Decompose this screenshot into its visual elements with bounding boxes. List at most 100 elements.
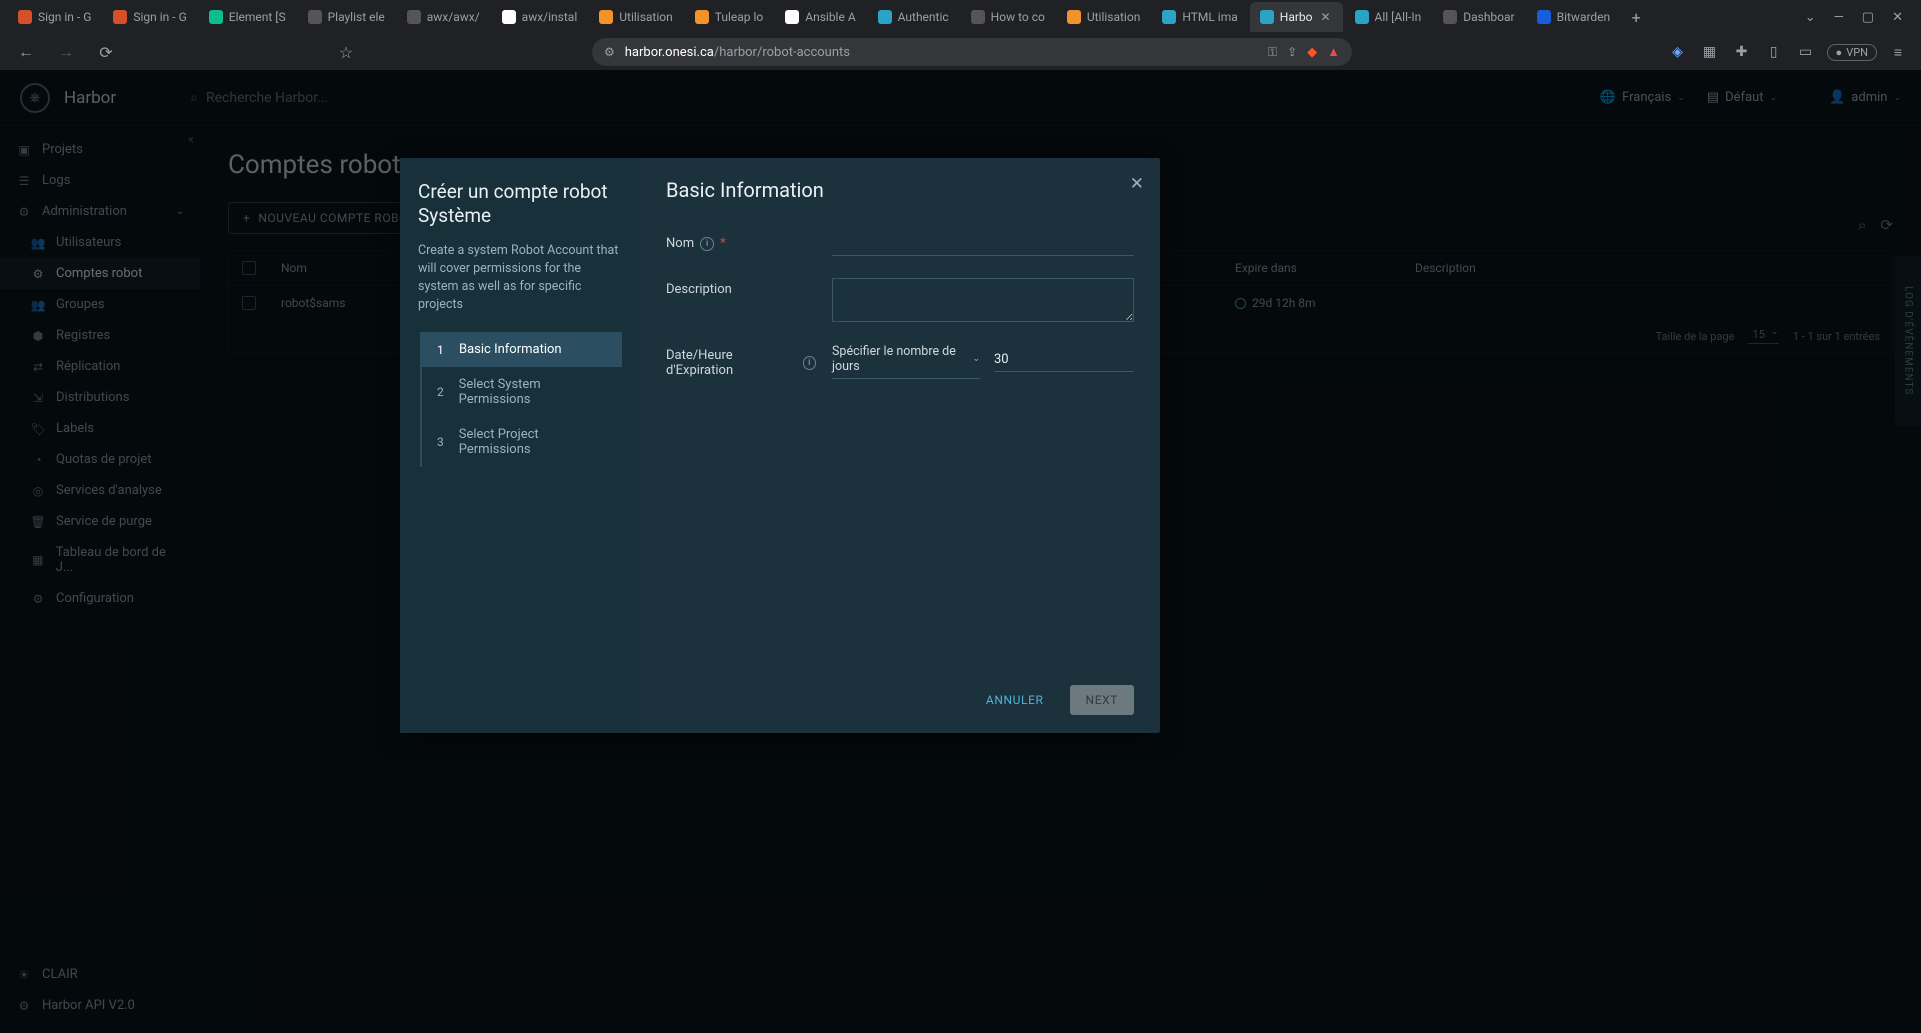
next-button[interactable]: NEXT [1070, 685, 1134, 715]
expiration-mode-select[interactable]: Spécifier le nombre de jours⌄ [832, 344, 980, 379]
site-settings-icon[interactable]: ⚙ [604, 45, 615, 59]
tab-label: All [All-In [1375, 10, 1422, 24]
tab-label: Tuleap lo [715, 10, 764, 24]
info-icon[interactable]: i [700, 237, 714, 251]
browser-tab[interactable]: Sign in - G [8, 2, 101, 32]
close-icon[interactable]: ✕ [1130, 174, 1144, 194]
vpn-badge[interactable]: ● VPN [1827, 44, 1877, 61]
address-bar: ← → ⟳ ☆ ⚙ harbor.onesi.ca/harbor/robot-a… [0, 34, 1921, 70]
favicon-icon [785, 10, 799, 24]
favicon-icon [599, 10, 613, 24]
modal-section-title: Basic Information [666, 178, 1134, 202]
modal-sidebar: Créer un compte robot Système Create a s… [400, 158, 640, 733]
window-close-icon[interactable]: ✕ [1892, 10, 1903, 25]
window-maximize-icon[interactable]: ▢ [1862, 10, 1874, 25]
browser-tab-strip: Sign in - G Sign in - G Element [S Playlist… [0, 0, 1921, 34]
browser-tab[interactable]: Utilisation [589, 2, 683, 32]
modal-body: ✕ Basic Information Nom i * Description … [640, 158, 1160, 733]
tab-label: Playlist ele [328, 10, 385, 24]
browser-tab[interactable]: Harbo ✕ [1250, 2, 1343, 32]
tab-label: How to co [991, 10, 1045, 24]
extension-square-icon[interactable]: ▦ [1699, 41, 1721, 63]
tab-label: Sign in - G [38, 10, 91, 24]
favicon-icon [1260, 10, 1274, 24]
window-minimize-icon[interactable]: — [1834, 10, 1844, 25]
label-expiration: Date/Heure d'Expiration i [666, 344, 816, 378]
favicon-icon [695, 10, 709, 24]
favicon-icon [1537, 10, 1551, 24]
modal-title: Créer un compte robot Système [418, 180, 622, 228]
favicon-icon [113, 10, 127, 24]
favicon-icon [502, 10, 516, 24]
wallet-icon[interactable]: ◈ [1667, 41, 1689, 63]
browser-tab[interactable]: Ansible A [775, 2, 865, 32]
favicon-icon [878, 10, 892, 24]
sidepanel-icon[interactable]: ▯ [1763, 41, 1785, 63]
wizard-step-2[interactable]: 2Select System Permissions [422, 367, 622, 417]
tab-label: awx/awx/ [427, 10, 480, 24]
nav-back-icon[interactable]: ← [12, 38, 40, 66]
browser-menu-icon[interactable]: ≡ [1887, 41, 1909, 63]
favicon-icon [209, 10, 223, 24]
url-text: harbor.onesi.ca/harbor/robot-accounts [625, 45, 850, 60]
info-icon[interactable]: i [803, 356, 816, 370]
tab-close-icon[interactable]: ✕ [1319, 10, 1333, 24]
description-textarea[interactable] [832, 278, 1134, 322]
tab-label: Ansible A [805, 10, 855, 24]
share-icon[interactable]: ⇪ [1287, 45, 1297, 59]
browser-tab[interactable]: How to co [961, 2, 1055, 32]
chevron-down-icon: ⌄ [972, 354, 980, 364]
browser-tab[interactable]: Tuleap lo [685, 2, 774, 32]
label-description: Description [666, 278, 816, 297]
browser-tab[interactable]: Playlist ele [298, 2, 395, 32]
browser-tab[interactable]: HTML ima [1152, 2, 1247, 32]
browser-tab[interactable]: Dashboar [1433, 2, 1524, 32]
tab-label: Dashboar [1463, 10, 1514, 24]
tab-label: HTML ima [1182, 10, 1237, 24]
browser-tab[interactable]: Authentic [868, 2, 959, 32]
expiration-days-input[interactable] [994, 352, 1134, 372]
url-box[interactable]: ⚙ harbor.onesi.ca/harbor/robot-accounts … [592, 38, 1352, 66]
favicon-icon [308, 10, 322, 24]
favicon-icon [407, 10, 421, 24]
favicon-icon [1067, 10, 1081, 24]
tab-label: awx/instal [522, 10, 578, 24]
browser-tab[interactable]: awx/instal [492, 2, 588, 32]
tab-label: Utilisation [1087, 10, 1141, 24]
nav-forward-icon[interactable]: → [52, 38, 80, 66]
extensions-icon[interactable]: ✚ [1731, 41, 1753, 63]
favicon-icon [1162, 10, 1176, 24]
browser-tab[interactable]: Bitwarden [1527, 2, 1621, 32]
tab-label: Authentic [898, 10, 949, 24]
label-name: Nom i * [666, 232, 816, 251]
wizard-step-3[interactable]: 3Select Project Permissions [422, 417, 622, 467]
favicon-icon [18, 10, 32, 24]
browser-tab[interactable]: Sign in - G [103, 2, 196, 32]
wizard-step-1[interactable]: 1Basic Information [422, 332, 622, 367]
create-robot-modal: Créer un compte robot Système Create a s… [400, 158, 1160, 733]
bookmark-icon[interactable]: ☆ [332, 38, 360, 66]
reader-icon[interactable]: ▭ [1795, 41, 1817, 63]
brave-rewards-icon[interactable]: ▲ [1327, 44, 1340, 60]
browser-tab[interactable]: awx/awx/ [397, 2, 490, 32]
browser-tab[interactable]: Utilisation [1057, 2, 1151, 32]
brave-shields-icon[interactable]: ◆ [1307, 45, 1317, 60]
browser-tab[interactable]: Element [S [199, 2, 296, 32]
tab-label: Element [S [229, 10, 286, 24]
new-tab-button[interactable]: + [1622, 3, 1650, 31]
nav-reload-icon[interactable]: ⟳ [92, 38, 120, 66]
tab-dropdown-icon[interactable]: ⌄ [1805, 10, 1816, 25]
tab-label: Harbo [1280, 10, 1313, 24]
tab-label: Sign in - G [133, 10, 186, 24]
favicon-icon [1355, 10, 1369, 24]
modal-subtitle: Create a system Robot Account that will … [418, 242, 622, 315]
tab-label: Utilisation [619, 10, 673, 24]
key-icon[interactable]: ⚿ [1268, 45, 1277, 60]
favicon-icon [1443, 10, 1457, 24]
window-controls: ⌄ — ▢ ✕ [1805, 10, 1913, 25]
favicon-icon [971, 10, 985, 24]
browser-tab[interactable]: All [All-In [1345, 2, 1432, 32]
harbor-app: ⎈ Harbor ⌕ 🌐 Français ⌄ ▤ Défaut ⌄ 👤 adm… [0, 70, 1921, 1033]
name-input[interactable] [832, 232, 1134, 256]
cancel-button[interactable]: ANNULER [970, 685, 1060, 715]
